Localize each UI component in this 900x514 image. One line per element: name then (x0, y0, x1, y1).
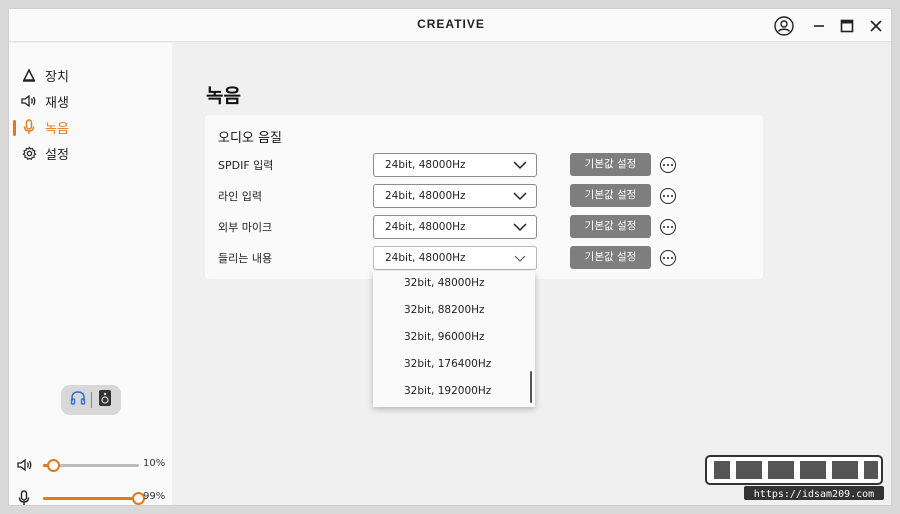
dropdown-option[interactable]: 32bit, 96000Hz (373, 324, 533, 351)
speaker-box-icon[interactable] (98, 389, 112, 411)
close-icon[interactable] (865, 15, 887, 37)
external-mic-format-select[interactable]: 24bit, 48000Hz (373, 215, 537, 239)
card-title: 오디오 음질 (218, 131, 282, 146)
brand-logo: CREATIVE (417, 17, 485, 31)
watermark-url: https://idsam209.com (754, 489, 874, 500)
dropdown-option[interactable]: 32bit, 48000Hz (373, 271, 533, 297)
page-title: 녹음 (206, 85, 241, 107)
chevron-down-icon (513, 158, 527, 180)
sidebar-item-device[interactable]: 장치 (21, 64, 69, 86)
microphone-icon (17, 490, 33, 505)
volume-percent: 10% (143, 458, 166, 469)
spdif-format-select[interactable]: 24bit, 48000Hz (373, 153, 537, 177)
device-icon (21, 67, 37, 83)
volume-slider[interactable]: 10% (17, 455, 167, 475)
sidebar-item-label: 설정 (45, 147, 69, 163)
watermark-logo: https://idsam209.com (704, 452, 886, 504)
what-u-hear-format-select[interactable]: 24bit, 48000Hz (373, 246, 537, 270)
sidebar-item-label: 재생 (45, 95, 69, 111)
external-mic-default-button[interactable]: 기본값 설정 (570, 215, 651, 238)
mic-percent: 99% (143, 491, 166, 502)
sidebar-item-playback[interactable]: 재생 (21, 90, 69, 112)
speaker-icon (21, 93, 37, 109)
select-value: 24bit, 48000Hz (385, 221, 466, 233)
dropdown-option[interactable]: 32bit, 88200Hz (373, 297, 533, 324)
account-icon[interactable] (773, 15, 795, 37)
sidebar-item-settings[interactable]: 설정 (21, 142, 69, 164)
minimize-icon[interactable] (808, 15, 830, 37)
microphone-icon (21, 119, 37, 135)
gear-icon (21, 145, 37, 161)
maximize-icon[interactable] (836, 15, 858, 37)
mic-slider[interactable]: 99% (17, 488, 167, 505)
row-label-line-in: 라인 입력 (218, 190, 262, 203)
volume-thumb[interactable] (46, 459, 60, 472)
select-value: 24bit, 48000Hz (385, 190, 466, 202)
active-indicator (13, 120, 16, 136)
sidebar-item-recording[interactable]: 녹음 (21, 116, 69, 138)
audio-quality-card: 오디오 음질 SPDIF 입력 24bit, 48000Hz 기본값 설정 라인… (205, 115, 763, 279)
volume-track[interactable] (43, 459, 139, 472)
speaker-icon (17, 457, 33, 473)
headphones-icon[interactable] (70, 390, 86, 410)
line-in-format-select[interactable]: 24bit, 48000Hz (373, 184, 537, 208)
spdif-default-button[interactable]: 기본값 설정 (570, 153, 651, 176)
format-dropdown-list[interactable]: 32bit, 48000Hz 32bit, 88200Hz 32bit, 960… (373, 271, 535, 407)
switch-divider (91, 392, 93, 408)
more-icon[interactable] (660, 250, 676, 266)
what-u-hear-default-button[interactable]: 기본값 설정 (570, 246, 651, 269)
chevron-down-icon (513, 189, 527, 211)
sidebar-item-label: 녹음 (45, 121, 69, 137)
more-icon[interactable] (660, 219, 676, 235)
sidebar-item-label: 장치 (45, 69, 69, 85)
more-icon[interactable] (660, 188, 676, 204)
dropdown-option[interactable]: 32bit, 176400Hz (373, 351, 533, 378)
sidebar: 장치 재생 녹음 설정 10% 99% (9, 43, 172, 505)
dropdown-option[interactable]: 32bit, 192000Hz (373, 378, 533, 405)
chevron-down-icon (513, 251, 527, 273)
row-label-what-u-hear: 들리는 내용 (218, 252, 273, 265)
select-value: 24bit, 48000Hz (385, 159, 466, 171)
title-bar: CREATIVE (9, 9, 891, 42)
mic-track[interactable] (43, 492, 146, 505)
more-icon[interactable] (660, 157, 676, 173)
row-label-external-mic: 외부 마이크 (218, 221, 273, 234)
mic-fill (43, 497, 139, 500)
select-value: 24bit, 48000Hz (385, 252, 466, 264)
output-switcher[interactable] (61, 385, 121, 415)
dropdown-scrollbar[interactable] (530, 371, 532, 403)
line-in-default-button[interactable]: 기본값 설정 (570, 184, 651, 207)
row-label-spdif: SPDIF 입력 (218, 159, 274, 172)
chevron-down-icon (513, 220, 527, 242)
app-window: CREATIVE 장치 재생 녹음 설정 10% 99% 녹음 오디오 음질 S… (8, 8, 892, 506)
